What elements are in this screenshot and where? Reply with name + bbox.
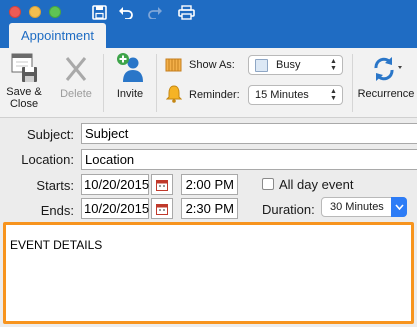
minimize-window-button[interactable] xyxy=(29,6,41,18)
duration-value: 30 Minutes xyxy=(330,201,384,213)
save-close-icon xyxy=(11,53,37,82)
start-calendar-button[interactable] xyxy=(151,174,173,195)
undo-icon[interactable] xyxy=(116,2,136,22)
end-calendar-button[interactable] xyxy=(151,198,173,219)
save-close-button[interactable]: Save & Close xyxy=(3,52,45,110)
chevron-down-icon xyxy=(391,197,407,217)
invite-button[interactable]: Invite xyxy=(112,52,148,100)
invite-attendees-icon xyxy=(117,53,143,82)
zoom-window-button[interactable] xyxy=(49,6,61,18)
save-close-label: Save & Close xyxy=(6,86,42,110)
tab-appointment[interactable]: Appointment xyxy=(9,23,106,48)
calendar-icon xyxy=(156,203,168,215)
appointment-window: Appointment Save & Close Delete Invite S… xyxy=(0,0,417,327)
delete-label: Delete xyxy=(60,88,92,100)
end-time-input[interactable]: 2:30 PM xyxy=(181,198,238,219)
start-date-input[interactable]: 10/20/2015 xyxy=(81,174,149,195)
calendar-icon xyxy=(156,179,168,191)
recurrence-icon xyxy=(374,57,402,81)
updown-arrows-icon: ▲ ▼ xyxy=(330,88,337,102)
starts-label: Starts: xyxy=(36,178,74,193)
show-as-label: Show As: xyxy=(189,59,235,71)
bell-icon xyxy=(166,85,182,103)
ends-label: Ends: xyxy=(40,203,74,218)
recurrence-button[interactable]: Recurrence xyxy=(355,52,417,100)
duration-select[interactable]: 30 Minutes xyxy=(321,197,407,217)
ribbon-separator xyxy=(156,54,157,112)
redo-icon[interactable] xyxy=(145,2,165,22)
close-window-button[interactable] xyxy=(9,6,21,18)
subject-input[interactable]: Subject xyxy=(81,123,417,144)
reminder-select[interactable]: 15 Minutes ▲ ▼ xyxy=(248,85,343,105)
location-input[interactable]: Location xyxy=(81,149,417,170)
duration-label: Duration: xyxy=(262,202,315,217)
delete-icon xyxy=(65,57,87,81)
invite-label: Invite xyxy=(116,88,144,100)
event-body-editor[interactable]: EVENT DETAILS xyxy=(3,222,414,324)
save-icon[interactable] xyxy=(89,2,109,22)
start-time-input[interactable]: 2:00 PM xyxy=(181,174,238,195)
print-icon[interactable] xyxy=(176,2,196,22)
delete-button[interactable]: Delete xyxy=(56,52,96,100)
busy-swatch xyxy=(255,58,268,72)
subject-label: Subject: xyxy=(27,127,74,142)
all-day-label: All day event xyxy=(279,177,354,192)
recurrence-label: Recurrence xyxy=(357,88,415,100)
reminder-label: Reminder: xyxy=(189,89,240,101)
updown-arrows-icon: ▲ ▼ xyxy=(330,58,337,72)
ribbon: Save & Close Delete Invite Show As: Busy… xyxy=(0,48,417,118)
reminder-value: 15 Minutes xyxy=(255,89,309,101)
all-day-checkbox[interactable] xyxy=(262,178,274,190)
show-as-icon xyxy=(165,58,182,72)
title-bar: Appointment xyxy=(0,0,417,48)
end-date-input[interactable]: 10/20/2015 xyxy=(81,198,149,219)
show-as-select[interactable]: Busy ▲ ▼ xyxy=(248,55,343,75)
ribbon-separator xyxy=(352,54,353,112)
event-details-text: EVENT DETAILS xyxy=(10,238,103,252)
location-label: Location: xyxy=(21,152,74,167)
ribbon-separator xyxy=(103,54,104,112)
show-as-value: Busy xyxy=(276,59,301,71)
